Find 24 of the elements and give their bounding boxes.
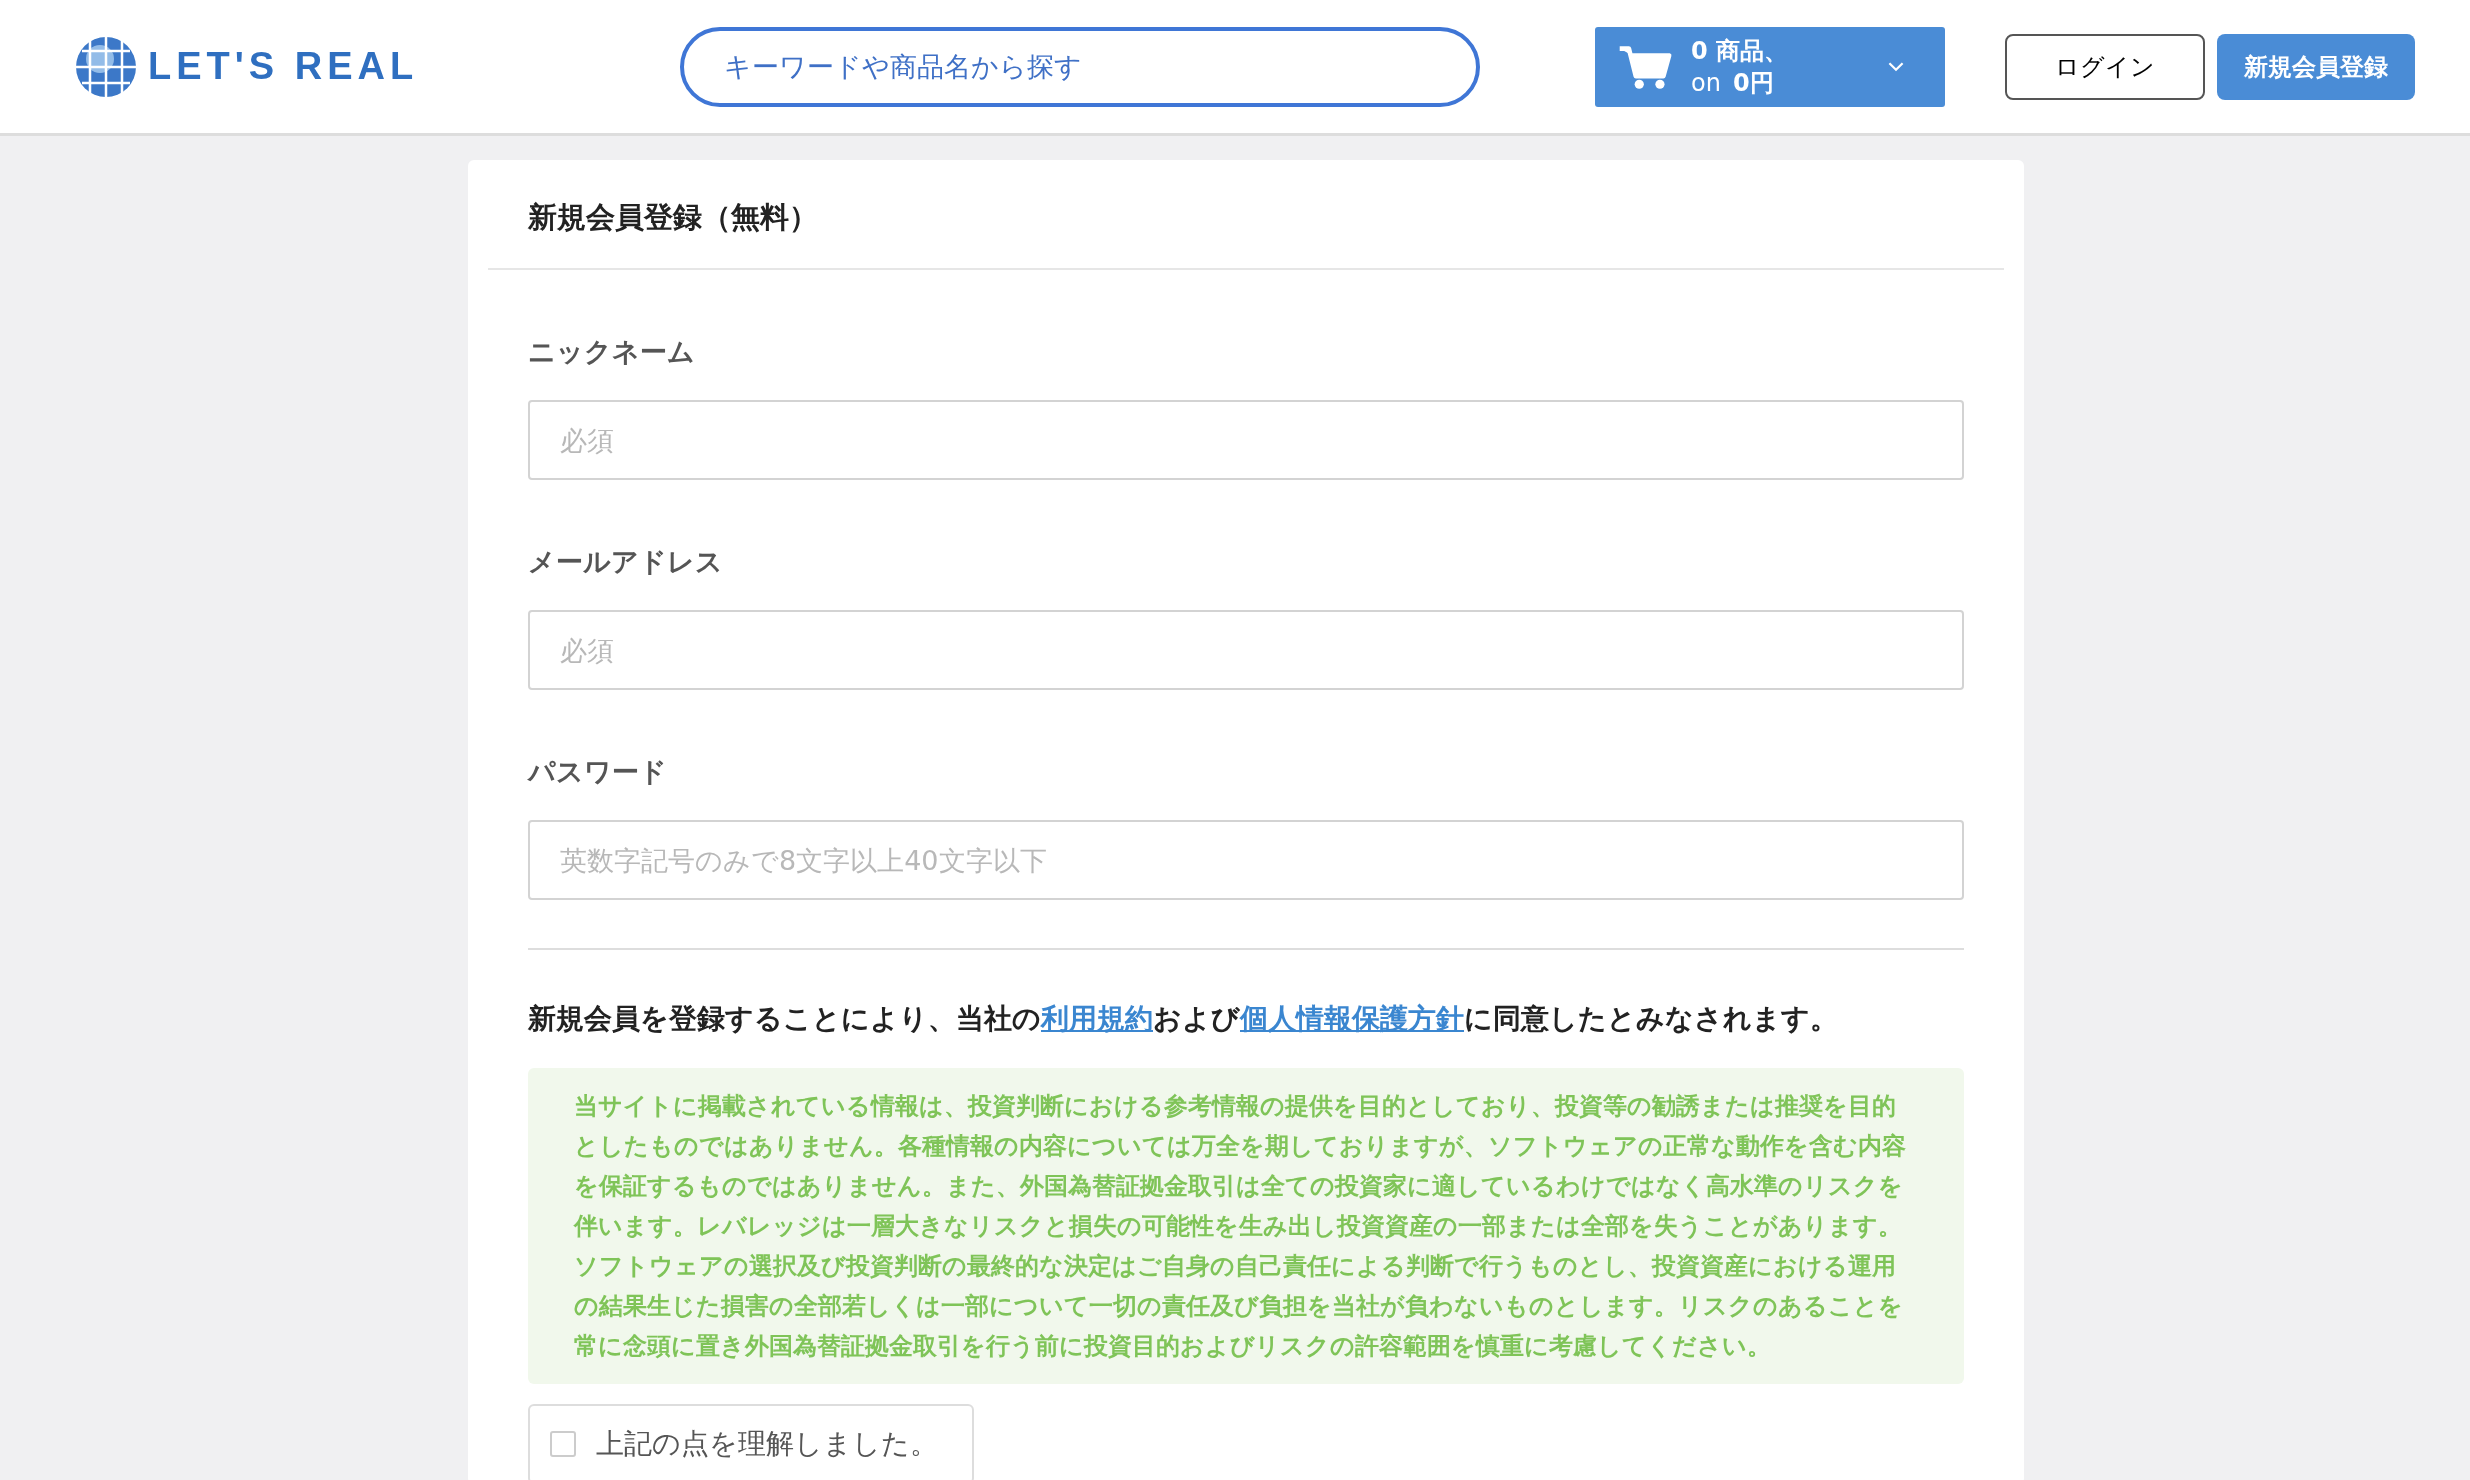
globe-logo-icon — [74, 34, 138, 99]
register-button[interactable]: 新規会員登録 — [2217, 33, 2415, 100]
form-title: 新規会員登録（無料） — [488, 160, 2004, 270]
cart-total: 0円 — [1732, 67, 1774, 99]
policy-link[interactable]: 利用規約 — [1041, 1002, 1153, 1035]
chevron-down-icon — [1887, 61, 1905, 72]
cart-icon — [1617, 43, 1673, 90]
search-field[interactable]: キーワードや商品名から探す — [680, 26, 1480, 107]
field-label: メールアドレス — [528, 545, 724, 579]
logo-text: LET'S REAL — [148, 45, 419, 88]
cart-dropdown[interactable]: 0 商品、 on 0円 — [1595, 26, 1945, 107]
input-field[interactable]: 必須 — [528, 610, 1964, 690]
login-button[interactable]: ログイン — [2005, 33, 2205, 100]
policy-link[interactable]: 個人情報保護方針 — [1240, 1002, 1464, 1035]
cart-count: 0 商品、 — [1691, 35, 1789, 67]
consent-text: 新規会員を登録することにより、当社の利用規約および個人情報保護方針に同意したとみなされます。 — [528, 1001, 1839, 1037]
disclaimer-text: 当サイトに掲載されている情報は、投資判断における参考情報の提供を目的としており、投資等の勧誘または推奨を目的としたものではありません。各種情報の内容については万全を期しておりますが、ソフトウェアの正常な動作を含む内容を保証するものではありません。また、外国為替証拠金取引は全ての投資家に適しているわけではなく高水準のリスクを伴います。レバレッジは一層大きなリスクと損失の可能性を生み出し投資資産の一部または全部を失うことがあります。ソフトウェアの選択及び投資判断の最終的な決定はご自身の自己責任による判断で行うものとし、投資資産における運用の結果生じた損害の全部若しくは一部について一切の責任及び負担を当社が負わないものとします。リスクのあることを常に念頭に置き外国為替証拠金取引を行う前に投資目的およびリスクの許容範囲を慎重に考慮してください。 — [528, 1068, 1964, 1384]
field-label: ニックネーム — [528, 335, 696, 369]
input-field[interactable]: 必須 — [528, 400, 1964, 480]
agree-checkbox-row[interactable]: 上記の点を理解しました。 — [528, 1404, 974, 1480]
input-field[interactable]: 英数字記号のみで8文字以上40文字以下 — [528, 820, 1964, 900]
cart-total-prefix: on — [1691, 67, 1721, 99]
checkbox[interactable] — [550, 1431, 576, 1457]
field-label: パスワード — [528, 755, 668, 789]
